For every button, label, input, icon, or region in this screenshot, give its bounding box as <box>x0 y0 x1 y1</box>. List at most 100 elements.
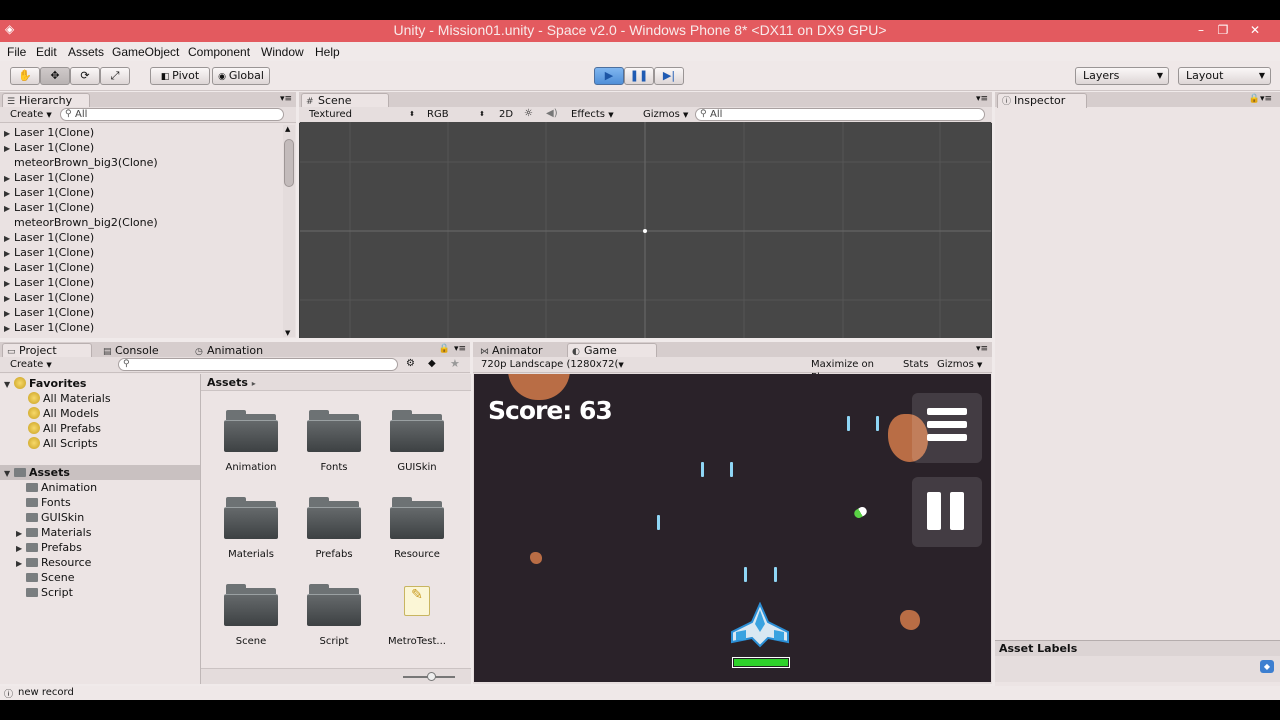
hierarchy-item[interactable]: ▶ Laser 1(Clone) <box>4 290 94 305</box>
tab-scene[interactable]: # Scene <box>301 93 389 108</box>
hierarchy-item[interactable]: ▶ Laser 1(Clone) <box>4 260 94 275</box>
asset-tree-item[interactable]: Script <box>16 585 73 600</box>
asset-grid-item[interactable]: ✎ MetroTest... <box>372 584 462 664</box>
stats-toggle[interactable]: Stats <box>899 358 931 371</box>
panel-menu-icon[interactable]: ▾≡ <box>454 344 466 354</box>
tab-animation[interactable]: ◷ Animation <box>190 343 280 358</box>
hierarchy-item[interactable]: ▶ Laser 1(Clone) <box>4 320 94 335</box>
menu-edit[interactable]: Edit <box>36 45 57 59</box>
hand-tool-button[interactable]: ✋ <box>10 67 40 85</box>
menu-gameobject[interactable]: GameObject <box>112 45 179 59</box>
hierarchy-item[interactable]: ▶ Laser 1(Clone) <box>4 170 94 185</box>
asset-grid-item[interactable]: Prefabs <box>289 497 379 577</box>
gizmos-dropdown[interactable]: Gizmos ▼ <box>639 108 691 121</box>
tab-game[interactable]: ◐ Game <box>567 343 657 358</box>
render-mode-dropdown[interactable]: RGB ⬍ <box>423 108 487 121</box>
asset-tree-item[interactable]: GUISkin <box>16 510 84 525</box>
panel-menu-icon[interactable]: ▾≡ <box>1260 94 1272 104</box>
expand-arrow-icon[interactable]: ▶ <box>4 276 14 291</box>
asset-tree-item[interactable]: ▶ Materials <box>16 525 91 540</box>
expand-arrow-icon[interactable]: ▶ <box>4 306 14 321</box>
lock-icon[interactable]: 🔒 <box>1249 94 1260 104</box>
menu-help[interactable]: Help <box>315 45 340 59</box>
hierarchy-search-input[interactable]: ⚲ All <box>60 108 284 121</box>
asset-grid-item[interactable]: GUISkin <box>372 410 462 490</box>
hierarchy-item[interactable]: ▶ Laser 1(Clone) <box>4 230 94 245</box>
maximize-on-play-toggle[interactable]: Maximize on Play <box>807 358 895 383</box>
filter-label-icon[interactable]: ◆ <box>428 358 436 369</box>
2d-toggle[interactable]: 2D <box>495 108 515 121</box>
menu-window[interactable]: Window <box>261 45 304 59</box>
menu-assets[interactable]: Assets <box>68 45 104 59</box>
audio-icon[interactable]: ◀) <box>546 108 558 119</box>
create-dropdown[interactable]: Create ▼ <box>6 358 54 371</box>
panel-menu-icon[interactable]: ▾≡ <box>976 344 988 354</box>
tab-inspector[interactable]: ⓘ Inspector <box>997 93 1087 108</box>
expand-arrow-icon[interactable]: ▶ <box>4 231 14 246</box>
breadcrumb-assets[interactable]: Assets <box>207 376 248 389</box>
favorites-header[interactable]: ▼ Favorites <box>4 376 86 391</box>
asset-grid-item[interactable]: Resource <box>372 497 462 577</box>
asset-tree-item[interactable]: Animation <box>16 480 97 495</box>
hierarchy-item[interactable]: meteorBrown_big3(Clone) <box>4 155 158 170</box>
close-button[interactable]: ✕ <box>1242 22 1268 40</box>
move-tool-button[interactable]: ✥ <box>40 67 70 85</box>
lock-icon[interactable]: 🔒 <box>439 344 450 354</box>
assets-root[interactable]: ▼ Assets <box>0 465 200 480</box>
expand-arrow-icon[interactable]: ▶ <box>16 541 26 556</box>
expand-arrow-icon[interactable]: ▶ <box>4 126 14 141</box>
menu-button[interactable] <box>912 393 982 463</box>
tab-animator[interactable]: ⋈ Animator <box>475 343 565 358</box>
hierarchy-item[interactable]: ▶ Laser 1(Clone) <box>4 125 94 140</box>
favorite-item[interactable]: All Materials <box>28 391 111 406</box>
tag-icon[interactable]: ◆ <box>1260 660 1274 673</box>
pivot-toggle[interactable]: ◧ Pivot <box>150 67 210 85</box>
expand-arrow-icon[interactable]: ▶ <box>16 556 26 571</box>
pause-button[interactable]: ❚❚ <box>624 67 654 85</box>
layout-dropdown[interactable]: Layout ▼ <box>1178 67 1271 85</box>
panel-menu-icon[interactable]: ▾≡ <box>280 94 292 104</box>
layers-dropdown[interactable]: Layers ▼ <box>1075 67 1169 85</box>
scale-tool-button[interactable]: ⤢ <box>100 67 130 85</box>
asset-tree-item[interactable]: ▶ Prefabs <box>16 540 82 555</box>
expand-arrow-icon[interactable]: ▶ <box>4 141 14 156</box>
restore-button[interactable]: ❐ <box>1210 22 1236 40</box>
tab-hierarchy[interactable]: ☰ Hierarchy <box>2 93 90 108</box>
asset-tree-item[interactable]: Fonts <box>16 495 71 510</box>
effects-dropdown[interactable]: Effects ▼ <box>567 108 633 121</box>
favorite-item[interactable]: All Scripts <box>28 436 98 451</box>
scene-search-input[interactable]: ⚲ All <box>695 108 985 121</box>
asset-tree-item[interactable]: Scene <box>16 570 75 585</box>
hierarchy-item[interactable]: ▶ Laser 1(Clone) <box>4 305 94 320</box>
status-message[interactable]: new record <box>18 687 74 698</box>
hierarchy-item[interactable]: ▶ Laser 1(Clone) <box>4 245 94 260</box>
asset-grid-item[interactable]: Fonts <box>289 410 379 490</box>
resolution-dropdown[interactable]: 720p Landscape (1280x72(▼ <box>477 358 629 371</box>
hierarchy-item[interactable]: ▶ Laser 1(Clone) <box>4 200 94 215</box>
asset-labels-header[interactable]: Asset Labels <box>995 640 1280 656</box>
favorite-item[interactable]: All Prefabs <box>28 421 101 436</box>
hierarchy-item[interactable]: ▶ Laser 1(Clone) <box>4 275 94 290</box>
filter-type-icon[interactable]: ⚙ <box>406 358 415 369</box>
favorite-star-icon[interactable]: ★ <box>450 357 460 370</box>
expand-arrow-icon[interactable]: ▶ <box>4 246 14 261</box>
expand-arrow-icon[interactable]: ▶ <box>4 261 14 276</box>
expand-arrow-icon[interactable]: ▶ <box>4 291 14 306</box>
expand-arrow-icon[interactable]: ▶ <box>4 201 14 216</box>
play-button[interactable]: ▶ <box>594 67 624 85</box>
expand-arrow-icon[interactable]: ▶ <box>4 186 14 201</box>
tab-console[interactable]: ▤ Console <box>98 343 188 358</box>
hierarchy-item[interactable]: meteorBrown_big2(Clone) <box>4 215 158 230</box>
asset-grid-item[interactable]: Materials <box>206 497 296 577</box>
asset-tree-item[interactable]: ▶ Resource <box>16 555 91 570</box>
scroll-up-icon[interactable]: ▲ <box>285 125 290 133</box>
expand-arrow-icon[interactable]: ▶ <box>4 321 14 335</box>
hierarchy-scrollbar[interactable]: ▲ ▼ <box>283 125 295 337</box>
hierarchy-item[interactable]: ▶ Laser 1(Clone) <box>4 140 94 155</box>
menu-file[interactable]: File <box>7 45 26 59</box>
hierarchy-item[interactable]: ▶ Laser 1(Clone) <box>4 185 94 200</box>
scroll-down-icon[interactable]: ▼ <box>285 329 290 337</box>
project-search-input[interactable]: ⚲ <box>118 358 398 371</box>
asset-grid-item[interactable]: Scene <box>206 584 296 664</box>
favorite-item[interactable]: All Models <box>28 406 99 421</box>
